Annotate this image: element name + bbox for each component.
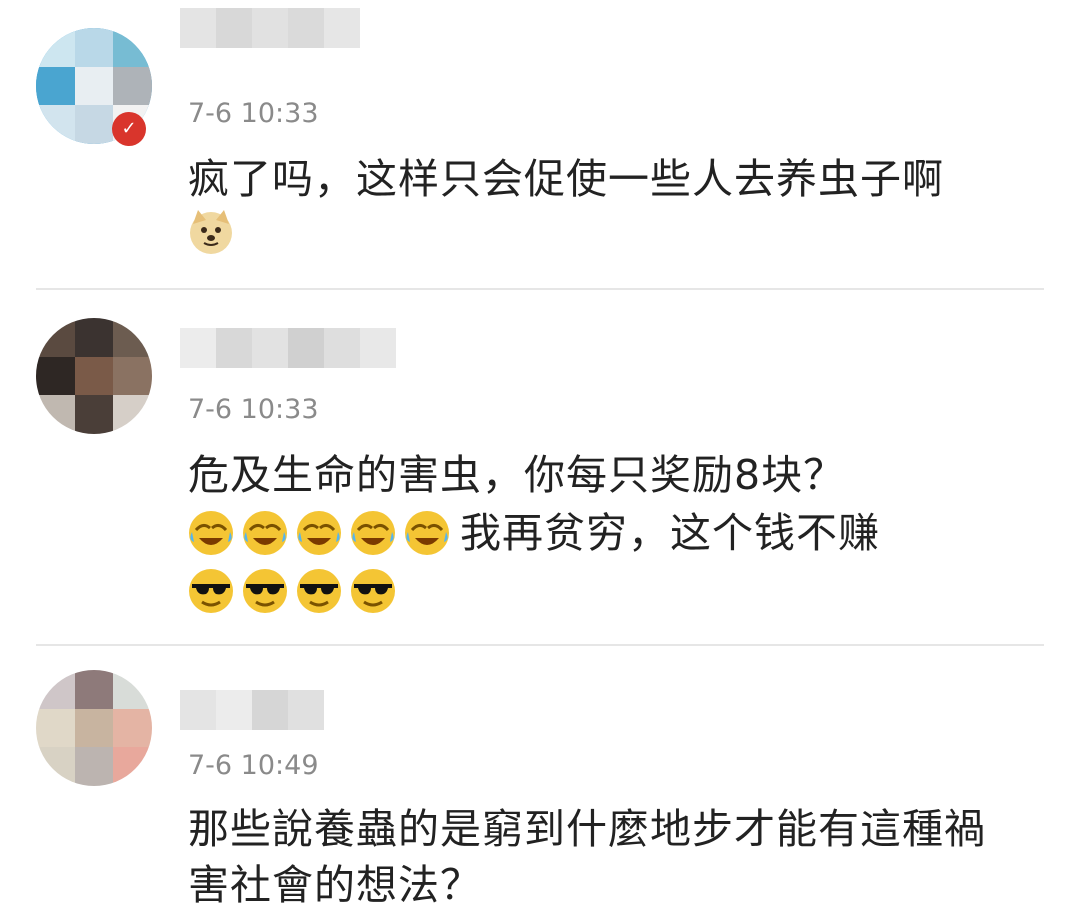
- sunglasses-icon: [297, 569, 341, 613]
- comment-item: ✓ 7-6 10:33 疯了吗，这样只会促使一些人去养虫子啊: [0, 0, 1068, 290]
- comment-item: 7-6 10:49 那些說養蟲的是窮到什麼地步才能有這種禍 害社會的想法？: [0, 646, 1068, 916]
- comment-timestamp: 7-6 10:33: [188, 98, 319, 129]
- doge-icon: [190, 210, 232, 254]
- comment-text: 害社會的想法？: [188, 861, 482, 909]
- sunglasses-icon: [351, 569, 395, 613]
- laugh-cry-icon: [189, 511, 233, 555]
- comment-timestamp: 7-6 10:49: [188, 750, 319, 781]
- username-blurred[interactable]: [180, 8, 360, 48]
- comment-text: 疯了吗，这样只会促使一些人去养虫子啊: [188, 155, 944, 203]
- comment-timestamp: 7-6 10:33: [188, 394, 319, 425]
- comment-text: 那些說養蟲的是窮到什麼地步才能有這種禍: [188, 805, 986, 853]
- sunglasses-icon: [243, 569, 287, 613]
- sunglasses-icon: [189, 569, 233, 613]
- verified-badge-icon: ✓: [112, 112, 146, 146]
- laugh-cry-icon: [351, 511, 395, 555]
- comment-text: 我再贫穷，这个钱不赚: [460, 509, 880, 557]
- laugh-cry-icon: [405, 511, 449, 555]
- username-blurred[interactable]: [180, 690, 324, 730]
- comment-text: 危及生命的害虫，你每只奖励8块？: [188, 451, 846, 499]
- avatar[interactable]: [36, 318, 152, 434]
- laugh-cry-icon: [243, 511, 287, 555]
- laugh-cry-icon: [297, 511, 341, 555]
- avatar[interactable]: [36, 670, 152, 786]
- username-blurred[interactable]: [180, 328, 396, 368]
- comment-item: 7-6 10:33 危及生命的害虫，你每只奖励8块？ 我再贫穷，这个钱不赚: [0, 290, 1068, 646]
